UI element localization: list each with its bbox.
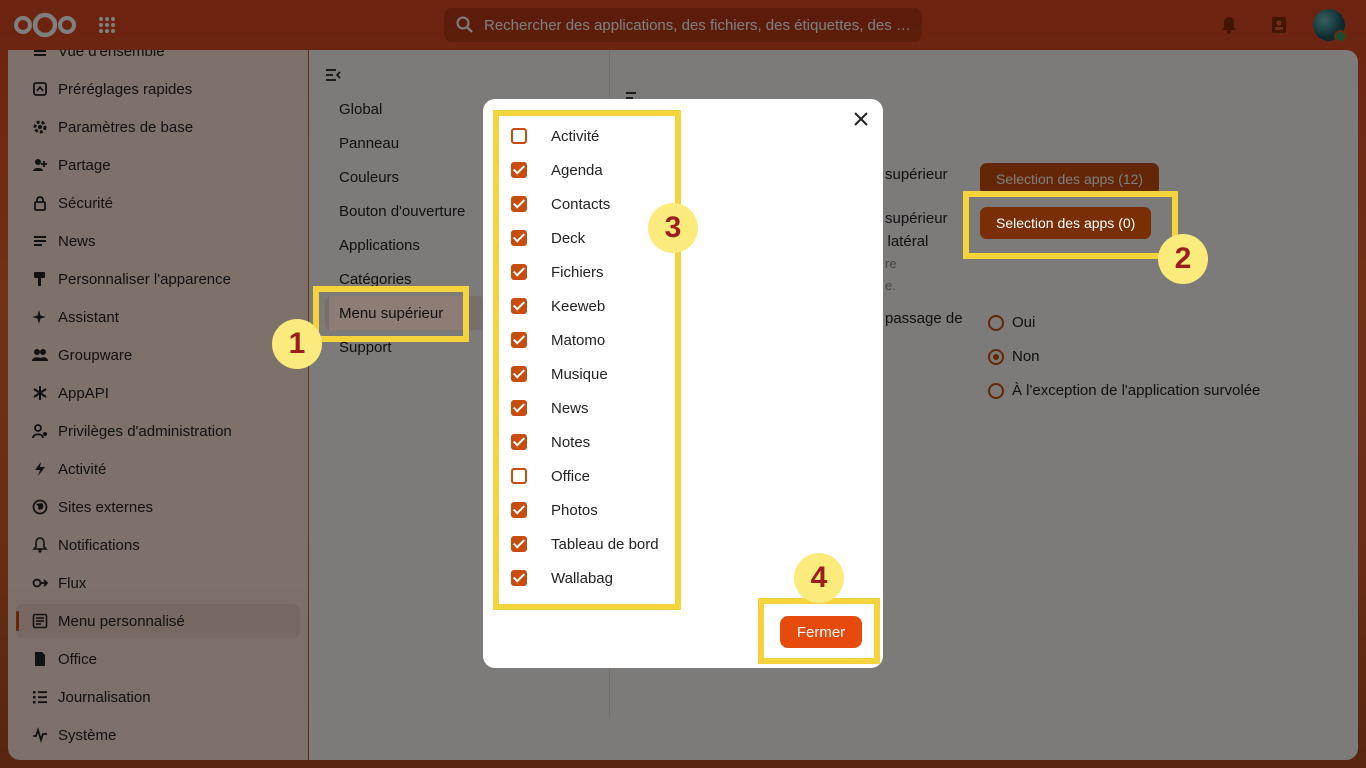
- highlight-box-2: [963, 191, 1178, 259]
- step-badge-3: 3: [648, 203, 698, 253]
- step-badge-4: 4: [794, 553, 844, 603]
- highlight-box-4: [758, 598, 880, 664]
- highlight-box-3: [493, 110, 681, 610]
- close-icon[interactable]: [853, 111, 869, 127]
- step-badge-2: 2: [1158, 234, 1208, 284]
- highlight-box-1: [313, 286, 469, 342]
- step-badge-1: 1: [272, 319, 322, 369]
